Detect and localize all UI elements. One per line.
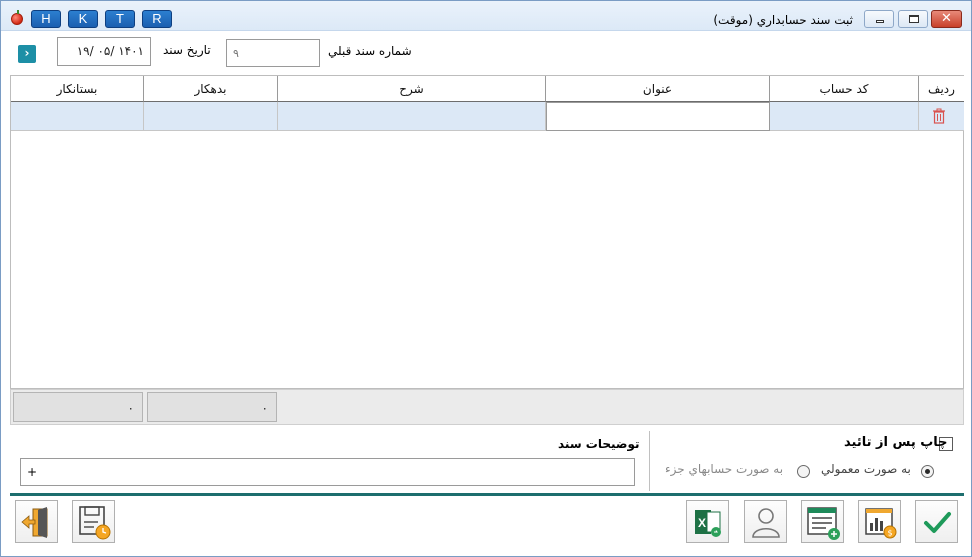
radio-detailed-label: به صورت حسابهاي جزء — [665, 462, 784, 476]
user-button[interactable] — [744, 500, 787, 543]
report-button[interactable]: $ — [858, 500, 901, 543]
doc-date-label: تاريخ سند — [163, 43, 211, 57]
window-title: ثبت سند حسابداري (موقت) — [713, 13, 853, 27]
maximize-button[interactable] — [898, 10, 928, 28]
radio-detailed[interactable] — [797, 465, 810, 478]
new-document-button[interactable] — [801, 500, 844, 543]
save-draft-button[interactable] — [72, 500, 115, 543]
col-header-account-code[interactable]: كد حساب — [770, 76, 919, 102]
close-icon: ✕ — [941, 11, 952, 26]
title-bar: H K T R ثبت سند حسابداري (موقت) ✕ — [1, 1, 971, 31]
cell-description[interactable] — [278, 102, 546, 131]
entries-grid: رديف كد حساب عنوان شرح بدهكار بستانكار — [10, 75, 964, 389]
trash-icon[interactable] — [932, 108, 946, 124]
col-header-title[interactable]: عنوان — [546, 76, 770, 102]
doc-date-field[interactable]: ۱۴۰۱ /۰۵ /۱۹ — [57, 37, 151, 66]
footer-divider — [10, 493, 964, 496]
exit-door-icon — [21, 507, 48, 538]
quick-button-t[interactable]: T — [105, 10, 135, 28]
credit-total: ۰ — [13, 392, 143, 422]
col-header-credit[interactable]: بستانكار — [11, 76, 144, 102]
quick-button-r[interactable]: R — [142, 10, 172, 28]
close-button[interactable]: ✕ — [931, 10, 962, 28]
col-header-row[interactable]: رديف — [919, 76, 964, 102]
row-delete-cell[interactable] — [919, 102, 964, 131]
checkmark-icon — [924, 512, 951, 533]
minimize-button[interactable] — [864, 10, 894, 28]
svg-text:X: X — [698, 516, 706, 530]
cell-credit[interactable] — [11, 102, 144, 131]
save-clock-icon — [79, 506, 111, 540]
cell-account-code[interactable] — [770, 102, 919, 131]
doc-description-label: توضيحات سند — [558, 437, 640, 451]
totals-bar: ۰ ۰ — [10, 389, 964, 425]
chart-money-icon: $ — [865, 508, 897, 539]
excel-icon: X — [695, 510, 721, 537]
col-header-description[interactable]: شرح — [278, 76, 546, 102]
radio-normal[interactable] — [921, 465, 934, 478]
print-after-confirm-label: چاپ پس از تائيد — [844, 435, 948, 450]
export-excel-button[interactable]: X — [686, 500, 729, 543]
exit-button[interactable] — [15, 500, 58, 543]
cell-title[interactable] — [546, 102, 770, 131]
svg-text:$: $ — [888, 529, 893, 538]
prev-doc-input[interactable] — [226, 39, 320, 67]
debit-total: ۰ — [147, 392, 277, 422]
add-list-icon — [807, 507, 840, 540]
confirm-button[interactable] — [915, 500, 958, 543]
radio-normal-label: به صورت معمولي — [821, 462, 911, 476]
col-header-debit[interactable]: بدهكار — [144, 76, 278, 102]
window: H K T R ثبت سند حسابداري (موقت) ✕ › ۱۴۰۱… — [0, 0, 972, 557]
quick-button-k[interactable]: K — [68, 10, 98, 28]
user-icon — [752, 508, 780, 538]
prev-doc-label: شماره سند قبلي — [328, 44, 412, 58]
minimize-icon — [876, 20, 884, 23]
doc-description-input[interactable]: + — [20, 458, 635, 486]
app-icon — [11, 10, 23, 25]
chevron-right-icon[interactable]: › — [18, 45, 36, 63]
maximize-icon — [909, 15, 919, 23]
divider — [649, 431, 650, 491]
quick-button-h[interactable]: H — [31, 10, 61, 28]
cell-debit[interactable] — [144, 102, 278, 131]
